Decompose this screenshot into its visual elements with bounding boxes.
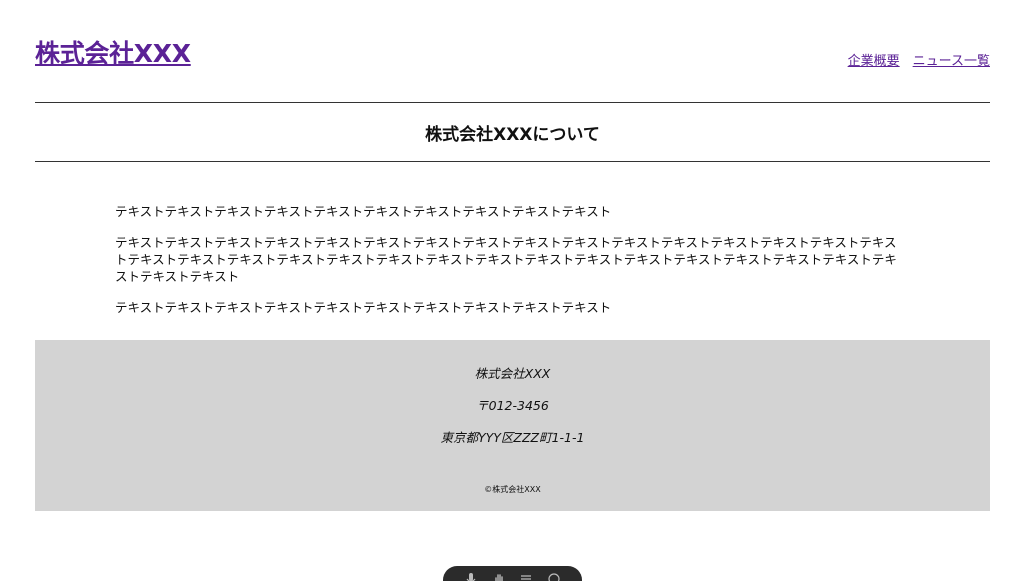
main-content: テキストテキストテキストテキストテキストテキストテキストテキストテキストテキスト… xyxy=(115,203,905,330)
hand-icon[interactable] xyxy=(492,572,506,581)
footer-company-name: 株式会社XXX xyxy=(474,366,551,381)
page: 株式会社XXX 企業概要 ニュース一覧 株式会社XXXについて テキストテキスト… xyxy=(0,0,1024,581)
more-icon[interactable] xyxy=(547,572,561,581)
header-nav: 企業概要 ニュース一覧 xyxy=(848,50,990,69)
page-title-band: 株式会社XXXについて xyxy=(35,102,990,162)
nav-link-news-list[interactable]: ニュース一覧 xyxy=(913,50,990,69)
footer-postal-code: 〒012-3456 xyxy=(476,398,549,413)
footer-address: 東京都YYY区ZZZ町1-1-1 xyxy=(440,430,585,445)
site-title-link[interactable]: 株式会社XXX xyxy=(35,34,191,70)
content-paragraph: テキストテキストテキストテキストテキストテキストテキストテキストテキストテキスト xyxy=(115,300,612,315)
content-paragraph: テキストテキストテキストテキストテキストテキストテキストテキストテキストテキスト… xyxy=(115,235,897,284)
footer-copyright: ©株式会社XXX xyxy=(484,485,541,494)
floating-toolbar xyxy=(443,566,582,581)
site-header: 株式会社XXX 企業概要 ニュース一覧 xyxy=(35,30,990,74)
menu-icon[interactable] xyxy=(519,572,533,581)
content-paragraph: テキストテキストテキストテキストテキストテキストテキストテキストテキストテキスト xyxy=(115,204,612,219)
nav-link-company-overview[interactable]: 企業概要 xyxy=(848,50,900,69)
microphone-icon[interactable] xyxy=(464,572,478,581)
site-footer: 株式会社XXX 〒012-3456 東京都YYY区ZZZ町1-1-1 ©株式会社… xyxy=(35,340,990,511)
page-title: 株式会社XXXについて xyxy=(425,124,600,145)
